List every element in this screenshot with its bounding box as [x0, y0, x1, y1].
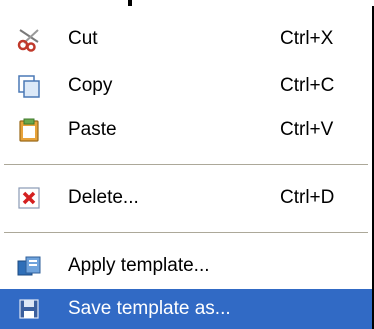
- menu-item-label: Copy: [68, 75, 113, 96]
- menu-item-save-template-as[interactable]: Save template as...: [0, 289, 372, 329]
- paste-icon: [16, 117, 42, 143]
- delete-icon: [16, 185, 42, 211]
- menu-item-label: Save template as...: [68, 298, 231, 319]
- menu-item-delete[interactable]: Delete... Ctrl+D: [0, 178, 372, 218]
- menu-item-shortcut: Ctrl+V: [280, 119, 334, 140]
- copy-icon: [16, 73, 42, 99]
- menu-item-copy[interactable]: Copy Ctrl+C: [0, 66, 372, 106]
- context-menu: Cut Ctrl+X Copy Ctrl+C Paste Ctrl+V Dele…: [0, 6, 374, 329]
- menu-item-apply-template[interactable]: Apply template...: [0, 246, 372, 286]
- menu-separator: [4, 164, 368, 166]
- save-icon: [16, 296, 42, 322]
- menu-item-label: Cut: [68, 28, 98, 49]
- menu-item-shortcut: Ctrl+D: [280, 187, 335, 208]
- menu-item-label: Delete...: [68, 187, 139, 208]
- apply-template-icon: [16, 253, 42, 279]
- menu-item-cut[interactable]: Cut Ctrl+X: [0, 19, 372, 59]
- scissors-icon: [16, 26, 42, 52]
- menu-item-shortcut: Ctrl+X: [280, 28, 334, 49]
- menu-item-label: Paste: [68, 119, 117, 140]
- menu-item-shortcut: Ctrl+C: [280, 75, 335, 96]
- menu-item-paste[interactable]: Paste Ctrl+V: [0, 110, 372, 150]
- menu-separator: [4, 232, 368, 234]
- screenshot: Cut Ctrl+X Copy Ctrl+C Paste Ctrl+V Dele…: [0, 0, 374, 329]
- menu-item-label: Apply template...: [68, 255, 210, 276]
